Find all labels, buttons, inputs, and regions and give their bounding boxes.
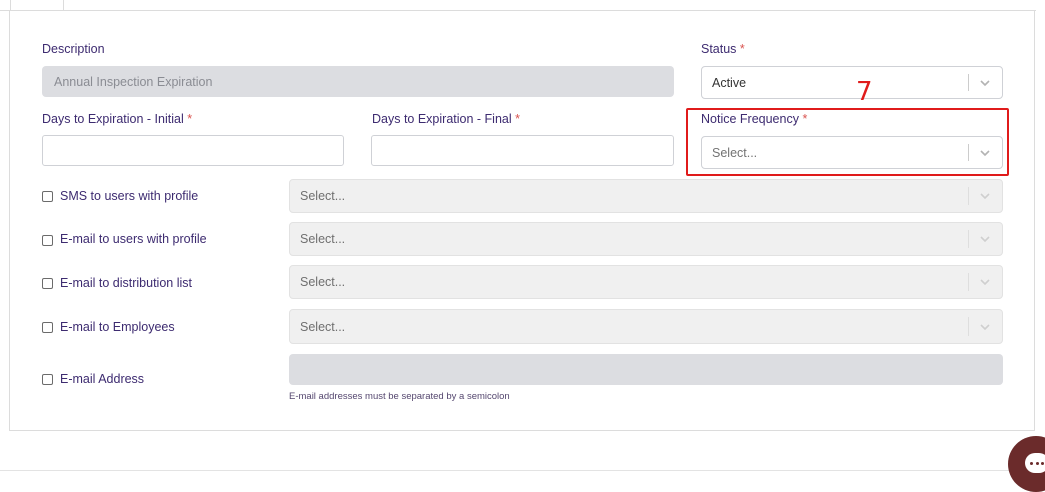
- select-separator: [968, 317, 969, 336]
- email-address-help-text: E-mail addresses must be separated by a …: [289, 391, 510, 402]
- annotation-number: 7: [856, 77, 873, 107]
- status-label: Status *: [701, 42, 745, 56]
- email-address-checkbox[interactable]: [42, 374, 53, 385]
- chevron-down-icon[interactable]: [978, 232, 992, 246]
- sms-profile-placeholder: Select...: [300, 189, 346, 203]
- tab-bar: [0, 0, 1036, 11]
- status-value: Active: [712, 75, 747, 90]
- select-separator: [968, 74, 969, 91]
- select-separator: [968, 230, 969, 248]
- select-separator: [968, 187, 969, 205]
- email-profile-placeholder: Select...: [300, 232, 346, 246]
- sms-profile-checkbox[interactable]: [42, 191, 53, 202]
- email-employees-placeholder: Select...: [300, 319, 346, 334]
- page-divider: [0, 470, 1045, 471]
- chevron-down-icon[interactable]: [978, 275, 992, 289]
- email-distribution-select[interactable]: Select...: [289, 265, 1003, 299]
- email-distribution-checkbox[interactable]: [42, 278, 53, 289]
- sms-profile-label: SMS to users with profile: [60, 189, 199, 203]
- chat-bubble-icon: [1025, 453, 1045, 473]
- select-separator: [968, 273, 969, 291]
- description-field: Annual Inspection Expiration: [42, 66, 674, 97]
- chevron-down-icon[interactable]: [978, 76, 992, 90]
- days-final-input[interactable]: [371, 135, 674, 166]
- description-label: Description: [42, 42, 105, 56]
- annotation-highlight-box: [686, 108, 1009, 176]
- chevron-down-icon[interactable]: [978, 320, 992, 334]
- days-initial-label: Days to Expiration - Initial *: [42, 112, 193, 126]
- email-address-input[interactable]: [289, 354, 1003, 385]
- chat-button[interactable]: [1008, 436, 1045, 492]
- sms-profile-select[interactable]: Select...: [289, 179, 1003, 213]
- status-select[interactable]: Active: [701, 66, 1003, 99]
- email-distribution-placeholder: Select...: [300, 275, 346, 289]
- days-final-label: Days to Expiration - Final *: [372, 112, 520, 126]
- email-address-label: E-mail Address: [60, 372, 145, 386]
- days-initial-input[interactable]: [42, 135, 344, 166]
- email-profile-select[interactable]: Select...: [289, 222, 1003, 256]
- email-employees-label: E-mail to Employees: [60, 320, 175, 334]
- email-distribution-label: E-mail to distribution list: [60, 276, 192, 290]
- active-tab[interactable]: [10, 0, 64, 11]
- email-profile-label: E-mail to users with profile: [60, 232, 207, 246]
- email-employees-checkbox[interactable]: [42, 322, 53, 333]
- email-employees-select[interactable]: Select...: [289, 309, 1003, 344]
- email-profile-checkbox[interactable]: [42, 235, 53, 246]
- chevron-down-icon[interactable]: [978, 189, 992, 203]
